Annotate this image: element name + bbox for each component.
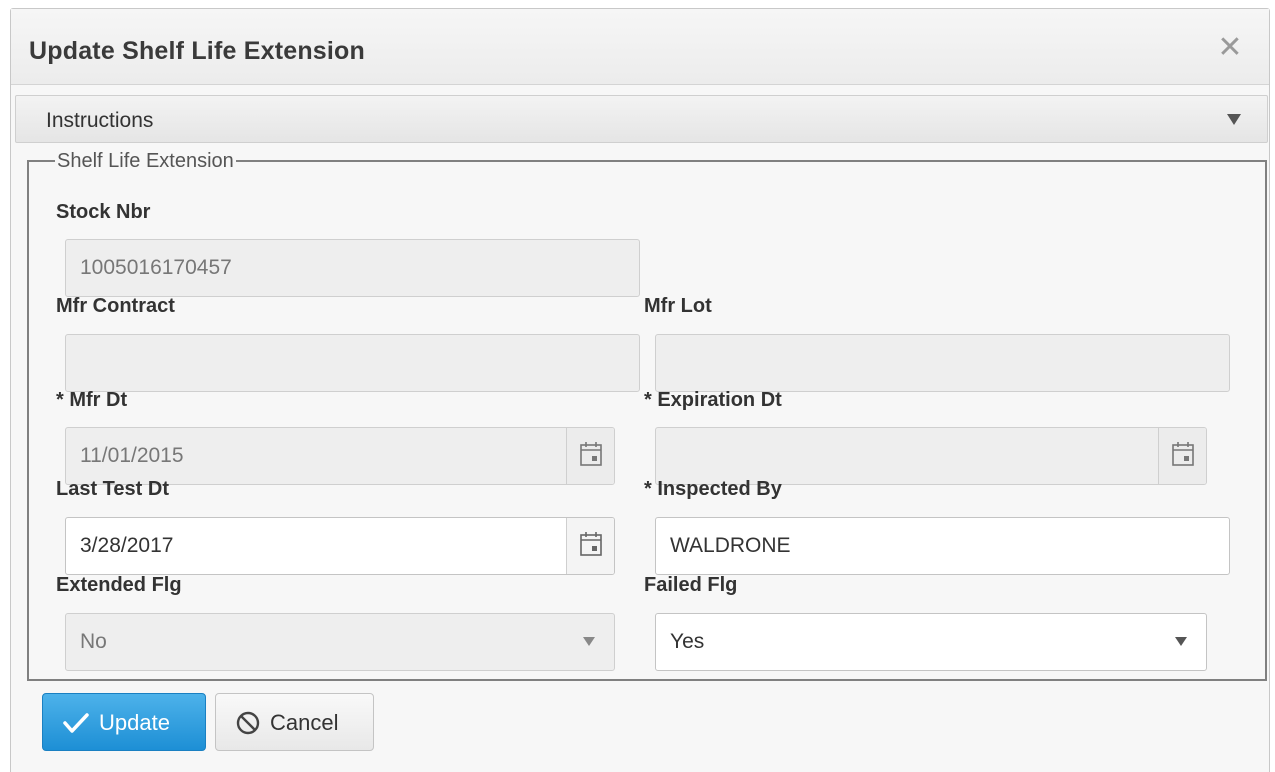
dialog-titlebar: Update Shelf Life Extension ✕: [11, 9, 1269, 85]
caret-down-icon: [583, 637, 595, 646]
cancel-button-label: Cancel: [270, 710, 339, 735]
last-test-dt-calendar-button[interactable]: [566, 518, 614, 574]
calendar-icon: [580, 442, 602, 466]
extended-flg-dropdown-button: [566, 614, 614, 670]
ban-icon: [236, 711, 260, 735]
last-test-dt-label: Last Test Dt: [56, 478, 169, 500]
extended-flg-label: Extended Flg: [56, 574, 182, 596]
mfr-dt-field: 11/01/2015: [65, 427, 615, 485]
mfr-lot-label: Mfr Lot: [644, 295, 712, 317]
update-button[interactable]: Update: [42, 693, 206, 751]
instructions-panel-toggle[interactable]: Instructions: [15, 95, 1268, 143]
expiration-dt-field: [655, 427, 1207, 485]
inspected-by-value: WALDRONE: [670, 534, 791, 557]
failed-flg-dropdown-button[interactable]: [1158, 614, 1206, 670]
fieldset-legend: Shelf Life Extension: [57, 150, 234, 172]
last-test-dt-value: 3/28/2017: [80, 534, 174, 557]
last-test-dt-input[interactable]: 3/28/2017: [65, 517, 615, 575]
mfr-dt-value: 11/01/2015: [80, 444, 184, 467]
mfr-contract-field: [65, 334, 640, 392]
inspected-by-label: * Inspected By: [644, 478, 782, 500]
checkmark-icon: [63, 713, 89, 733]
stock-nbr-label: Stock Nbr: [56, 201, 151, 223]
extended-flg-select: No: [65, 613, 615, 671]
caret-down-icon: [1175, 637, 1187, 646]
extended-flg-value: No: [80, 630, 107, 653]
mfr-contract-label: Mfr Contract: [56, 295, 175, 317]
failed-flg-label: Failed Flg: [644, 574, 738, 596]
stock-nbr-field: 1005016170457: [65, 239, 640, 297]
close-icon[interactable]: ✕: [1217, 33, 1243, 63]
update-button-label: Update: [99, 710, 170, 735]
calendar-icon: [580, 532, 602, 556]
mfr-dt-calendar-button: [566, 428, 614, 484]
failed-flg-value: Yes: [670, 630, 705, 653]
expiration-dt-calendar-button: [1158, 428, 1206, 484]
mfr-dt-label: * Mfr Dt: [56, 389, 128, 411]
failed-flg-select[interactable]: Yes: [655, 613, 1207, 671]
inspected-by-input[interactable]: WALDRONE: [655, 517, 1230, 575]
instructions-label: Instructions: [46, 109, 154, 132]
expiration-dt-label: * Expiration Dt: [644, 389, 782, 411]
caret-down-icon: [1227, 114, 1241, 125]
update-shelf-life-dialog: Update Shelf Life Extension ✕ Instructio…: [10, 8, 1270, 772]
mfr-lot-field: [655, 334, 1230, 392]
shelf-life-extension-fieldset: Shelf Life Extension Stock Nbr 100501617…: [27, 151, 1267, 681]
stock-nbr-value: 1005016170457: [80, 256, 232, 279]
cancel-button[interactable]: Cancel: [215, 693, 374, 751]
calendar-icon: [1172, 442, 1194, 466]
dialog-title: Update Shelf Life Extension: [29, 37, 366, 65]
